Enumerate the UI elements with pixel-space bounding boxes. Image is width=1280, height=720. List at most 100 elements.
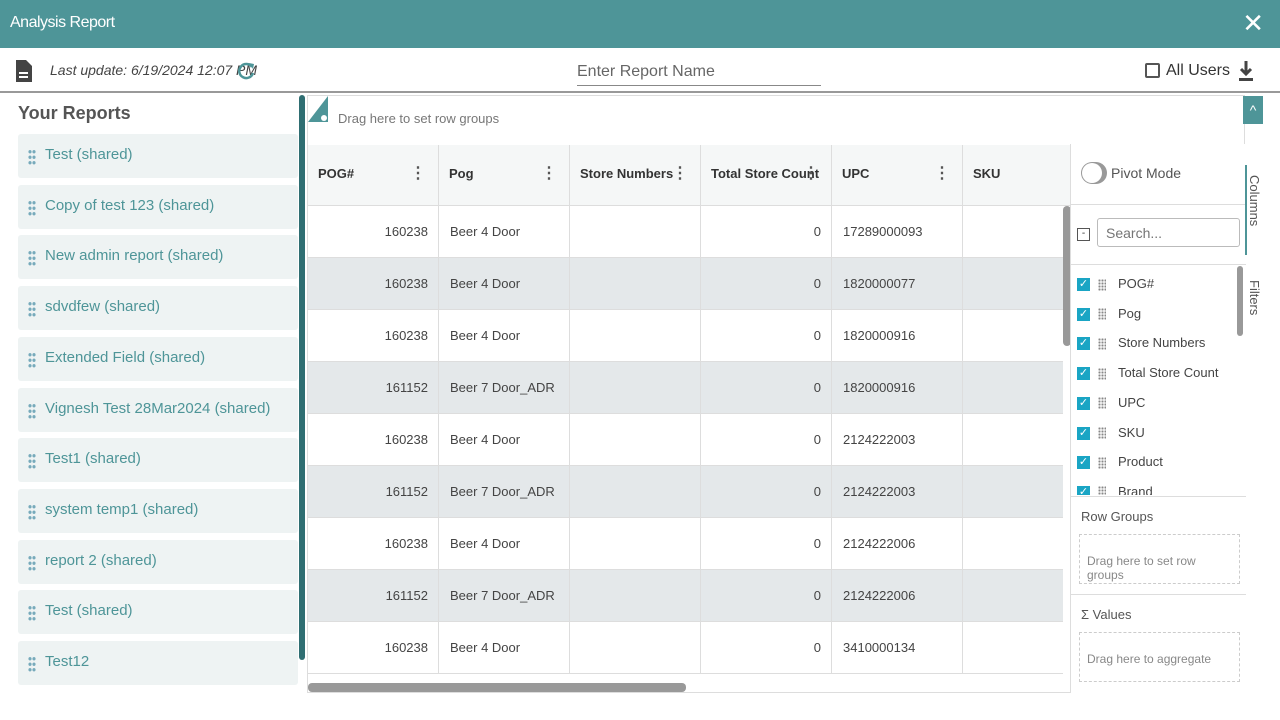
column-toggle-item[interactable]: ✓ Store Numbers bbox=[1077, 335, 1205, 355]
report-item[interactable]: Copy of test 123 (shared) bbox=[18, 184, 298, 229]
table-row[interactable]: 160238 Beer 4 Door 0 1820000916 bbox=[308, 310, 1063, 362]
column-header[interactable]: Total Store Count ⋮ bbox=[701, 145, 832, 206]
collapse-button[interactable]: ^ bbox=[1243, 96, 1263, 124]
drag-handle-icon[interactable] bbox=[28, 149, 36, 165]
reports-scrollbar[interactable] bbox=[299, 95, 305, 660]
checkbox-checked-icon[interactable]: ✓ bbox=[1077, 396, 1090, 410]
report-item-label: report 2 (shared) bbox=[45, 551, 157, 569]
checkbox-checked-icon[interactable]: ✓ bbox=[1077, 367, 1090, 381]
column-header-label: Pog bbox=[449, 166, 474, 181]
table-row[interactable]: 160238 Beer 4 Door 0 2124222003 bbox=[308, 414, 1063, 466]
table-row[interactable]: 161152 Beer 7 Door_ADR 0 2124222003 bbox=[308, 466, 1063, 518]
column-toggle-item[interactable]: ✓ UPC bbox=[1077, 395, 1145, 415]
drag-handle-icon[interactable] bbox=[28, 199, 36, 216]
drag-handle-icon[interactable] bbox=[28, 250, 36, 267]
report-name-input[interactable] bbox=[577, 58, 821, 86]
column-header[interactable]: UPC ⋮ bbox=[832, 145, 963, 206]
column-toggle-item[interactable]: ✓ Pog bbox=[1077, 306, 1141, 326]
report-item[interactable]: Test (shared) bbox=[18, 134, 298, 178]
table-row[interactable]: 161152 Beer 7 Door_ADR 0 2124222006 bbox=[308, 570, 1063, 622]
column-toggle-item[interactable]: ✓ Brand bbox=[1077, 484, 1153, 495]
report-item-label: Test1 (shared) bbox=[45, 450, 141, 468]
column-menu-icon[interactable]: ⋮ bbox=[934, 163, 950, 183]
column-menu-icon[interactable]: ⋮ bbox=[410, 163, 426, 183]
drag-handle-icon[interactable] bbox=[28, 503, 36, 520]
tab-filters[interactable]: Filters bbox=[1247, 280, 1262, 315]
checkbox-checked-icon[interactable]: ✓ bbox=[1077, 278, 1090, 292]
table-cell bbox=[570, 466, 701, 518]
checkbox-checked-icon[interactable]: ✓ bbox=[1077, 456, 1090, 470]
table-row[interactable]: 160238 Beer 4 Door 0 2124222006 bbox=[308, 518, 1063, 570]
column-menu-icon[interactable]: ⋮ bbox=[541, 163, 557, 183]
table-cell bbox=[963, 362, 1063, 414]
grip-icon[interactable] bbox=[1098, 456, 1106, 469]
table-row[interactable]: 161152 Beer 7 Door_ADR 0 1820000916 bbox=[308, 362, 1063, 414]
grip-icon[interactable] bbox=[1098, 427, 1106, 440]
report-item[interactable]: Extended Field (shared) bbox=[18, 336, 298, 381]
grip-icon[interactable] bbox=[1098, 397, 1106, 410]
table-row[interactable]: 160238 Beer 4 Door 0 3410000134 bbox=[308, 622, 1063, 674]
column-toggle-item[interactable]: ✓ POG# bbox=[1077, 276, 1154, 296]
report-item-label: Extended Field (shared) bbox=[45, 348, 206, 366]
grip-icon[interactable] bbox=[1098, 337, 1106, 350]
checkbox-checked-icon[interactable]: ✓ bbox=[1077, 426, 1090, 440]
column-header[interactable]: Store Numbers ⋮ bbox=[570, 145, 701, 206]
grip-icon[interactable] bbox=[1098, 367, 1106, 380]
pivot-mode-toggle[interactable] bbox=[1081, 162, 1107, 184]
title-bar: Analysis Report ✕ bbox=[0, 0, 1280, 48]
document-icon[interactable] bbox=[16, 60, 32, 82]
table-cell: 160238 bbox=[308, 310, 439, 362]
close-icon[interactable]: ✕ bbox=[1242, 8, 1264, 39]
drag-handle-icon[interactable] bbox=[28, 554, 36, 571]
table-cell: 0 bbox=[701, 518, 832, 570]
column-header[interactable]: Pog ⋮ bbox=[439, 145, 570, 206]
column-search-input[interactable] bbox=[1097, 218, 1240, 247]
values-label: Σ Values bbox=[1081, 607, 1132, 622]
drag-handle-icon[interactable] bbox=[28, 301, 36, 318]
drag-handle-icon[interactable] bbox=[28, 351, 36, 368]
drag-handle-icon[interactable] bbox=[28, 453, 36, 470]
column-header[interactable]: SKU bbox=[963, 145, 1073, 206]
report-item[interactable]: Test (shared) bbox=[18, 590, 298, 635]
row-groups-drop-zone[interactable]: Drag here to set row groups bbox=[1079, 534, 1240, 584]
grip-icon[interactable] bbox=[1098, 308, 1106, 321]
report-item[interactable]: report 2 (shared) bbox=[18, 539, 298, 584]
drag-handle-icon[interactable] bbox=[28, 402, 36, 419]
grip-icon[interactable] bbox=[1098, 278, 1106, 291]
table-row[interactable]: 160238 Beer 4 Door 0 17289000093 bbox=[308, 206, 1063, 258]
report-item[interactable]: New admin report (shared) bbox=[18, 235, 298, 280]
table-cell: 2124222003 bbox=[832, 466, 963, 518]
column-toggle-item[interactable]: ✓ Product bbox=[1077, 454, 1163, 474]
table-cell bbox=[570, 310, 701, 362]
all-users-checkbox[interactable] bbox=[1145, 63, 1160, 78]
checkbox-checked-icon[interactable]: ✓ bbox=[1077, 485, 1090, 495]
column-menu-icon[interactable]: ⋮ bbox=[672, 163, 688, 183]
grip-icon[interactable] bbox=[1098, 486, 1106, 495]
report-item-label: Test (shared) bbox=[45, 146, 133, 163]
row-group-drop-zone[interactable]: Drag here to set row groups bbox=[338, 111, 499, 126]
drag-handle-icon[interactable] bbox=[28, 605, 36, 622]
report-item[interactable]: Vignesh Test 28Mar2024 (shared) bbox=[18, 387, 298, 432]
values-drop-zone[interactable]: Drag here to aggregate bbox=[1079, 632, 1240, 682]
report-item[interactable]: Test12 bbox=[18, 641, 298, 685]
table-row[interactable]: 160238 Beer 4 Door 0 1820000077 bbox=[308, 258, 1063, 310]
column-header[interactable]: POG# ⋮ bbox=[308, 145, 439, 206]
settings-icon[interactable] bbox=[308, 96, 330, 124]
report-item[interactable]: sdvdfew (shared) bbox=[18, 286, 298, 331]
column-toggle-item[interactable]: ✓ Total Store Count bbox=[1077, 365, 1218, 385]
column-toggle-item[interactable]: ✓ SKU bbox=[1077, 425, 1145, 445]
download-icon[interactable] bbox=[1238, 60, 1254, 82]
table-cell bbox=[570, 518, 701, 570]
refresh-icon[interactable] bbox=[238, 62, 256, 80]
checkbox-checked-icon[interactable]: ✓ bbox=[1077, 307, 1090, 321]
select-all-checkbox[interactable]: - bbox=[1077, 228, 1090, 241]
grid-horizontal-scrollbar[interactable] bbox=[308, 683, 686, 692]
report-item-label: New admin report (shared) bbox=[45, 247, 224, 265]
tab-columns[interactable]: Columns bbox=[1247, 175, 1262, 226]
report-item[interactable]: Test1 (shared) bbox=[18, 438, 298, 483]
checkbox-checked-icon[interactable]: ✓ bbox=[1077, 337, 1090, 351]
column-menu-icon[interactable]: ⋮ bbox=[803, 163, 819, 183]
drag-handle-icon[interactable] bbox=[28, 656, 36, 672]
column-list-scrollbar[interactable] bbox=[1237, 266, 1243, 336]
report-item[interactable]: system temp1 (shared) bbox=[18, 488, 298, 533]
